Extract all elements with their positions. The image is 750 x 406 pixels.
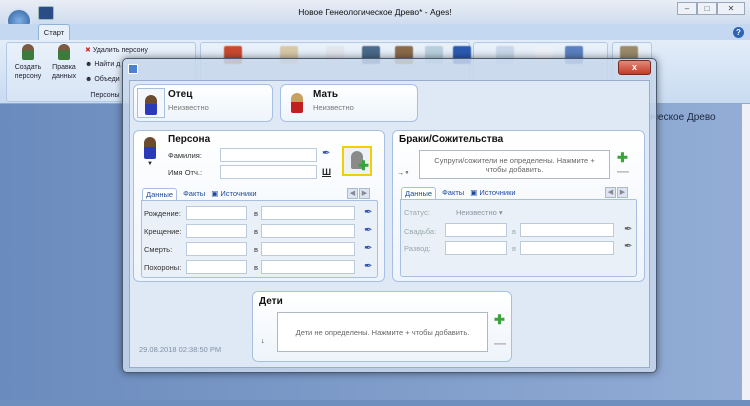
father-card[interactable]: Отец Неизвестно — [133, 84, 273, 122]
ribbon-tab-bar — [0, 24, 750, 40]
add-photo-button[interactable]: ✚ — [342, 146, 372, 176]
person-title: Персона — [168, 134, 211, 145]
event-row-burial: Похороны: в ✒ — [144, 260, 374, 274]
father-title: Отец — [168, 89, 193, 100]
tab-facts[interactable]: Факты — [442, 187, 464, 199]
edit-pen-icon[interactable]: ✒ — [364, 262, 374, 272]
wedding-date-input[interactable] — [445, 223, 507, 237]
burial-date-input[interactable] — [186, 260, 247, 274]
tab-sources[interactable]: ▣ Источники — [211, 188, 256, 200]
scrollbar[interactable] — [742, 104, 750, 400]
merge-icon: ☻ — [85, 76, 93, 83]
sources-icon: ▣ — [211, 189, 219, 198]
baptism-date-input[interactable] — [186, 224, 247, 238]
close-button[interactable]: ✕ — [717, 2, 745, 15]
tab-facts[interactable]: Факты — [183, 188, 205, 200]
children-list[interactable]: Дети не определены. Нажмите + чтобы доба… — [277, 312, 488, 352]
person-panel: ▼ Персона Фамилия: ✒ Имя Отч.: Ш ✚ Данны… — [133, 130, 385, 282]
tab-next-button[interactable]: ▶ — [359, 188, 370, 199]
divorce-label: Развод: — [404, 244, 431, 253]
edit-pen-icon[interactable]: ✒ — [364, 208, 374, 218]
add-spouse-button[interactable]: ✚ — [617, 151, 628, 164]
father-value: Неизвестно — [168, 103, 209, 112]
dialog-app-icon — [128, 64, 138, 74]
find-icon: ☻ — [85, 61, 93, 68]
help-icon[interactable]: ? — [733, 27, 744, 38]
person-menu-arrow-icon[interactable]: ▼ — [147, 161, 153, 167]
tab-start[interactable]: Старт — [38, 24, 70, 41]
plus-icon: ✚ — [358, 158, 369, 173]
children-title: Дети — [259, 296, 283, 307]
wedding-label: Свадьба: — [404, 227, 437, 236]
person-avatar[interactable] — [144, 137, 156, 159]
surname-input[interactable] — [220, 148, 317, 162]
marriages-panel: Браки/Сожительства →⚬ Супруги/сожители н… — [392, 130, 645, 282]
merge-button[interactable]: ☻ Объеди — [85, 76, 120, 83]
person-edit-icon — [58, 44, 70, 60]
divorce-place-input[interactable] — [520, 241, 614, 255]
status-label: Статус: — [404, 208, 430, 217]
mother-value: Неизвестно — [313, 103, 354, 112]
remove-spouse-button[interactable]: — — [617, 164, 629, 178]
dialog-close-button[interactable]: x — [618, 60, 651, 75]
gender-toggle[interactable]: Ш — [322, 167, 331, 177]
name-label: Имя Отч.: — [168, 168, 203, 177]
edit-pen-icon[interactable]: ✒ — [624, 242, 634, 252]
timestamp: 29.08.2018 02:38:50 PM — [139, 345, 222, 354]
sources-icon: ▣ — [470, 188, 478, 197]
name-input[interactable] — [220, 165, 317, 179]
tab-data[interactable]: Данные — [142, 188, 178, 200]
tab-prev-button[interactable]: ◀ — [605, 187, 616, 198]
surname-label: Фамилия: — [168, 151, 202, 160]
edit-surname-icon[interactable]: ✒ — [322, 149, 332, 159]
person-add-icon — [22, 44, 34, 60]
chevron-down-icon: ▾ — [498, 208, 503, 217]
event-row-birth: Рождение: в ✒ — [144, 206, 374, 220]
tab-sources[interactable]: ▣ Источники — [470, 187, 515, 199]
mother-avatar — [291, 93, 303, 113]
spouses-list[interactable]: Супруги/сожители не определены. Нажмите … — [419, 150, 610, 179]
child-sort-icon[interactable]: ↓ — [261, 338, 265, 345]
minimize-button[interactable]: – — [677, 2, 697, 15]
delete-person-button[interactable]: ✖ Удалить персону — [85, 46, 148, 54]
baptism-place-input[interactable] — [261, 224, 355, 238]
add-child-button[interactable]: ✚ — [494, 313, 505, 326]
tab-next-button[interactable]: ▶ — [617, 187, 628, 198]
edit-person-button[interactable]: Правка данных — [47, 44, 81, 81]
birth-date-input[interactable] — [186, 206, 247, 220]
wedding-place-input[interactable] — [520, 223, 614, 237]
tab-data[interactable]: Данные — [401, 187, 437, 199]
father-avatar — [137, 88, 165, 118]
mother-title: Мать — [313, 89, 339, 100]
marriages-title: Браки/Сожительства — [399, 134, 504, 145]
delete-person-icon: ✖ — [85, 47, 91, 54]
marriage-link-icon[interactable]: →⚬ — [397, 169, 410, 177]
marriage-data-tab-panel — [400, 199, 637, 277]
burial-place-input[interactable] — [261, 260, 355, 274]
death-date-input[interactable] — [186, 242, 247, 256]
maximize-button[interactable]: □ — [697, 2, 717, 15]
status-select[interactable]: Неизвестно ▾ — [456, 208, 503, 217]
divorce-date-input[interactable] — [445, 241, 507, 255]
find-button[interactable]: ☻ Найти д — [85, 61, 120, 68]
children-panel: Дети ↓ Дети не определены. Нажмите + что… — [252, 291, 512, 362]
event-row-death: Смерть: в ✒ — [144, 242, 374, 256]
death-place-input[interactable] — [261, 242, 355, 256]
create-person-button[interactable]: Создать персону — [10, 44, 46, 81]
edit-pen-icon[interactable]: ✒ — [364, 244, 374, 254]
tab-prev-button[interactable]: ◀ — [347, 188, 358, 199]
window-title: Новое Генеологическое Древо* - Ages! — [298, 7, 452, 17]
remove-child-button[interactable]: — — [494, 336, 506, 350]
event-row-baptism: Крещение: в ✒ — [144, 224, 374, 238]
edit-pen-icon[interactable]: ✒ — [364, 226, 374, 236]
birth-place-input[interactable] — [261, 206, 355, 220]
mother-card[interactable]: Мать Неизвестно — [280, 84, 418, 122]
edit-pen-icon[interactable]: ✒ — [624, 225, 634, 235]
person-events: Рождение: в ✒ Крещение: в ✒ Смерть: в ✒ … — [144, 205, 376, 277]
